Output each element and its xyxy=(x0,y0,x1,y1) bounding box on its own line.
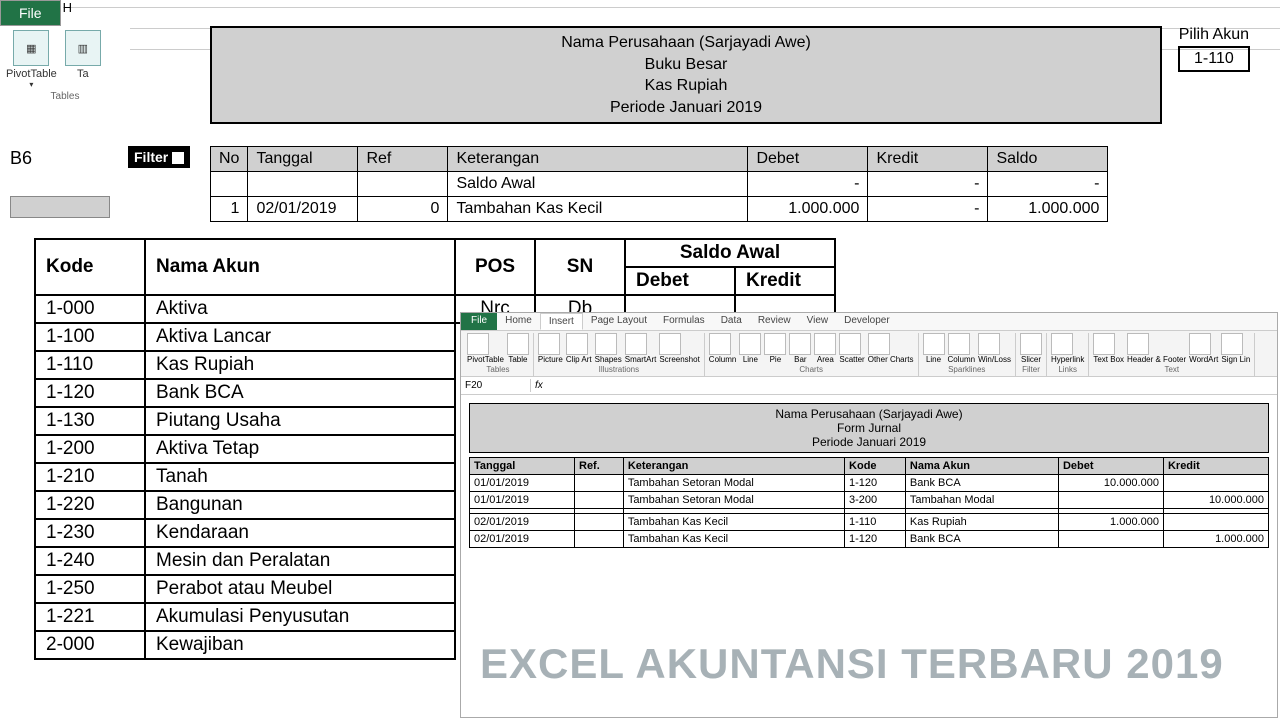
table-button[interactable]: ▥ Ta xyxy=(65,30,101,80)
table-button[interactable]: Table xyxy=(507,333,529,364)
pivottable-button[interactable]: PivotTable xyxy=(467,333,504,364)
report-header: Nama Perusahaan (Sarjayadi Awe) Buku Bes… xyxy=(210,26,1162,124)
file-tab[interactable]: File xyxy=(0,0,61,26)
pivottable-button[interactable]: ▦ PivotTable ▾ xyxy=(6,30,57,89)
column-button[interactable]: Column xyxy=(948,333,976,364)
shapes-icon xyxy=(595,333,617,355)
textbox-icon xyxy=(1093,333,1115,355)
column-button[interactable]: Column xyxy=(709,333,737,364)
screenshot-button[interactable]: Screenshot xyxy=(659,333,699,364)
table-row[interactable]: 102/01/20190Tambahan Kas Kecil1.000.000-… xyxy=(211,197,1108,222)
column-icon xyxy=(948,333,970,355)
picture-icon xyxy=(538,333,560,355)
scatter-icon xyxy=(839,333,861,355)
hyperlink-icon xyxy=(1051,333,1073,355)
inset-tab-data[interactable]: Data xyxy=(713,313,750,330)
column-icon xyxy=(709,333,731,355)
fx-icon[interactable]: fx xyxy=(531,380,547,391)
table-row[interactable]: 02/01/2019Tambahan Kas Kecil1-120Bank BC… xyxy=(470,531,1269,548)
othercharts-icon xyxy=(868,333,890,355)
table-row[interactable]: 01/01/2019Tambahan Setoran Modal1-120Ban… xyxy=(470,475,1269,492)
wordart-button[interactable]: WordArt xyxy=(1189,333,1218,364)
pilih-akun: Pilih Akun 1-110 xyxy=(1178,26,1250,72)
wordart-icon xyxy=(1189,333,1211,355)
inset-tab-review[interactable]: Review xyxy=(750,313,799,330)
area-icon xyxy=(814,333,836,355)
inset-tab-insert[interactable]: Insert xyxy=(540,313,583,330)
jurnal-table: TanggalRef.KeteranganKodeNama AkunDebetK… xyxy=(469,457,1269,548)
pivottable-icon xyxy=(467,333,489,355)
pilih-akun-value[interactable]: 1-110 xyxy=(1178,46,1250,72)
picture-button[interactable]: Picture xyxy=(538,333,563,364)
othercharts-button[interactable]: Other Charts xyxy=(868,333,914,364)
pivottable-icon: ▦ xyxy=(13,30,49,66)
ribbon-strip: H xyxy=(63,0,1280,8)
inset-name-box[interactable]: F20 xyxy=(461,379,531,392)
headerfooter-icon xyxy=(1127,333,1149,355)
clipart-icon xyxy=(566,333,588,355)
shapes-button[interactable]: Shapes xyxy=(595,333,622,364)
inset-tab-developer[interactable]: Developer xyxy=(836,313,898,330)
signlin-button[interactable]: Sign Lin xyxy=(1221,333,1250,364)
inset-tab-pagelayout[interactable]: Page Layout xyxy=(583,313,655,330)
line-icon xyxy=(923,333,945,355)
hyperlink-button[interactable]: Hyperlink xyxy=(1051,333,1084,364)
slicer-icon xyxy=(1020,333,1042,355)
winloss-icon xyxy=(978,333,1000,355)
bar-icon xyxy=(789,333,811,355)
pie-icon xyxy=(764,333,786,355)
dropdown-icon: ▾ xyxy=(6,80,57,89)
inset-tab-view[interactable]: View xyxy=(799,313,837,330)
area-button[interactable]: Area xyxy=(814,333,836,364)
line-button[interactable]: Line xyxy=(923,333,945,364)
line-icon xyxy=(739,333,761,355)
cell-reference: B6 xyxy=(10,148,32,169)
smartart-button[interactable]: SmartArt xyxy=(625,333,657,364)
signlin-icon xyxy=(1221,333,1243,355)
table-icon: ▥ xyxy=(65,30,101,66)
clipart-button[interactable]: Clip Art xyxy=(566,333,592,364)
jurnal-header: Nama Perusahaan (Sarjayadi Awe) Form Jur… xyxy=(469,403,1269,453)
ribbon-group-tables: Tables xyxy=(0,91,130,102)
pie-button[interactable]: Pie xyxy=(764,333,786,364)
line-button[interactable]: Line xyxy=(739,333,761,364)
table-row[interactable]: Saldo Awal--- xyxy=(211,172,1108,197)
headerfooter-button[interactable]: Header & Footer xyxy=(1127,333,1186,364)
watermark-text: EXCEL AKUNTANSI TERBARU 2019 xyxy=(480,640,1224,688)
selected-cell[interactable] xyxy=(10,196,110,218)
table-row[interactable]: 01/01/2019Tambahan Setoran Modal3-200Tam… xyxy=(470,492,1269,509)
inset-file-tab[interactable]: File xyxy=(461,313,497,330)
winloss-button[interactable]: Win/Loss xyxy=(978,333,1011,364)
screenshot-icon xyxy=(659,333,681,355)
inset-tab-home[interactable]: Home xyxy=(497,313,540,330)
inset-tab-formulas[interactable]: Formulas xyxy=(655,313,713,330)
table-row[interactable]: 02/01/2019Tambahan Kas Kecil1-110Kas Rup… xyxy=(470,514,1269,531)
scatter-button[interactable]: Scatter xyxy=(839,333,864,364)
ledger-table: No Tanggal Ref Keterangan Debet Kredit S… xyxy=(210,146,1108,222)
table-icon xyxy=(507,333,529,355)
filter-badge[interactable]: Filter xyxy=(128,146,190,168)
bar-button[interactable]: Bar xyxy=(789,333,811,364)
smartart-icon xyxy=(625,333,647,355)
slicer-button[interactable]: Slicer xyxy=(1020,333,1042,364)
textbox-button[interactable]: Text Box xyxy=(1093,333,1124,364)
